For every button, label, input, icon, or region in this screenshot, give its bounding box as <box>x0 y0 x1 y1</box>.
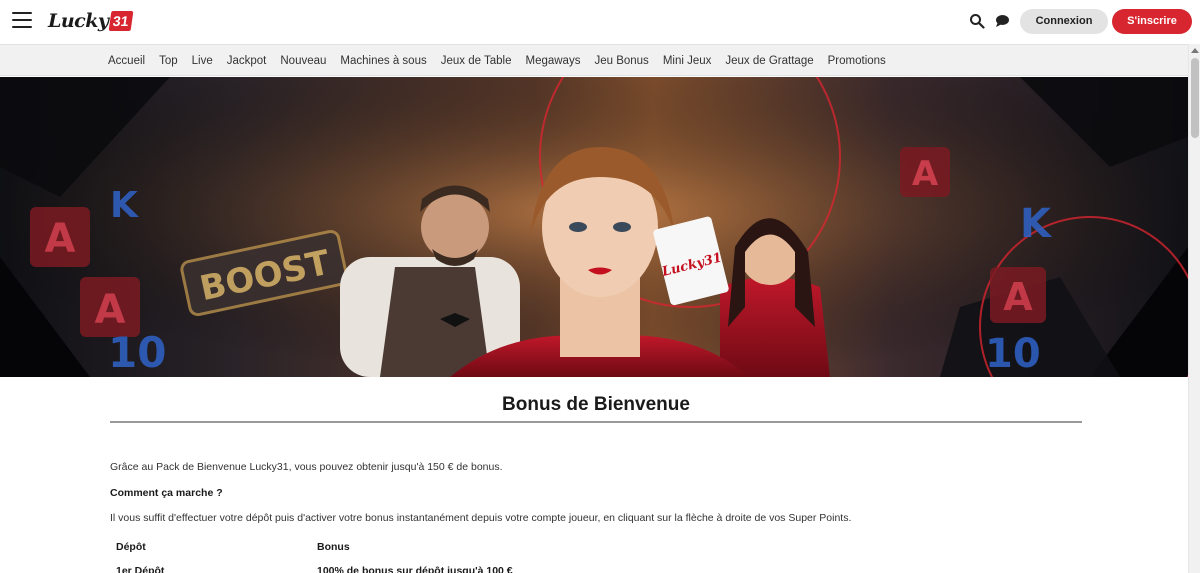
hero-banner[interactable]: A A K 10 BOOST K A 10 A Lucky31 <box>0 77 1188 377</box>
page-scrollbar[interactable] <box>1188 44 1200 573</box>
nav-item-top[interactable]: Top <box>152 55 185 67</box>
nav-item-machines-a-sous[interactable]: Machines à sous <box>333 55 433 67</box>
nav-item-mini-jeux[interactable]: Mini Jeux <box>656 55 719 67</box>
nav-item-nouveau[interactable]: Nouveau <box>273 55 333 67</box>
category-nav: Accueil Top Live Jackpot Nouveau Machine… <box>0 44 1200 76</box>
intro-text: Grâce au Pack de Bienvenue Lucky31, vous… <box>110 461 503 473</box>
svg-text:10: 10 <box>985 331 1041 377</box>
svg-text:A: A <box>1003 275 1033 319</box>
nav-item-megaways[interactable]: Megaways <box>518 55 587 67</box>
logo-text: Lucky <box>48 10 109 32</box>
login-button[interactable]: Connexion <box>1020 9 1108 34</box>
hero-artwork: A A K 10 BOOST K A 10 A Lucky31 <box>0 77 1188 377</box>
signup-button[interactable]: S'inscrire <box>1112 9 1192 34</box>
hamburger-menu-icon[interactable] <box>12 12 32 30</box>
nav-item-jeux-de-grattage[interactable]: Jeux de Grattage <box>718 55 820 67</box>
table-cell-deposit: 1er Dépôt <box>116 565 165 573</box>
svg-text:10: 10 <box>108 328 166 377</box>
nav-item-jeu-bonus[interactable]: Jeu Bonus <box>587 55 655 67</box>
nav-item-jackpot[interactable]: Jackpot <box>220 55 274 67</box>
svg-text:A: A <box>912 154 939 194</box>
chat-icon[interactable] <box>994 13 1010 29</box>
svg-text:K: K <box>1020 201 1053 247</box>
nav-item-jeux-de-table[interactable]: Jeux de Table <box>434 55 519 67</box>
svg-text:K: K <box>110 185 139 226</box>
table-header-depot: Dépôt <box>116 541 146 553</box>
site-header: Lucky 31 Connexion S'inscrire <box>0 0 1200 44</box>
how-heading: Comment ça marche ? <box>110 487 223 499</box>
logo-badge: 31 <box>109 11 134 31</box>
scroll-up-icon[interactable] <box>1189 44 1200 56</box>
how-text: Il vous suffit d'effectuer votre dépôt p… <box>110 512 852 524</box>
table-cell-bonus: 100% de bonus sur dépôt jusqu'à 100 € <box>317 565 513 573</box>
nav-item-promotions[interactable]: Promotions <box>821 55 893 67</box>
table-header-bonus: Bonus <box>317 541 350 553</box>
page-title: Bonus de Bienvenue <box>502 394 690 415</box>
svg-text:A: A <box>45 216 76 262</box>
search-icon[interactable] <box>969 13 985 29</box>
nav-item-accueil[interactable]: Accueil <box>101 55 152 67</box>
svg-text:A: A <box>95 287 126 333</box>
scroll-thumb[interactable] <box>1191 58 1199 138</box>
logo[interactable]: Lucky 31 <box>48 8 134 34</box>
nav-item-live[interactable]: Live <box>185 55 220 67</box>
title-divider <box>110 421 1082 423</box>
